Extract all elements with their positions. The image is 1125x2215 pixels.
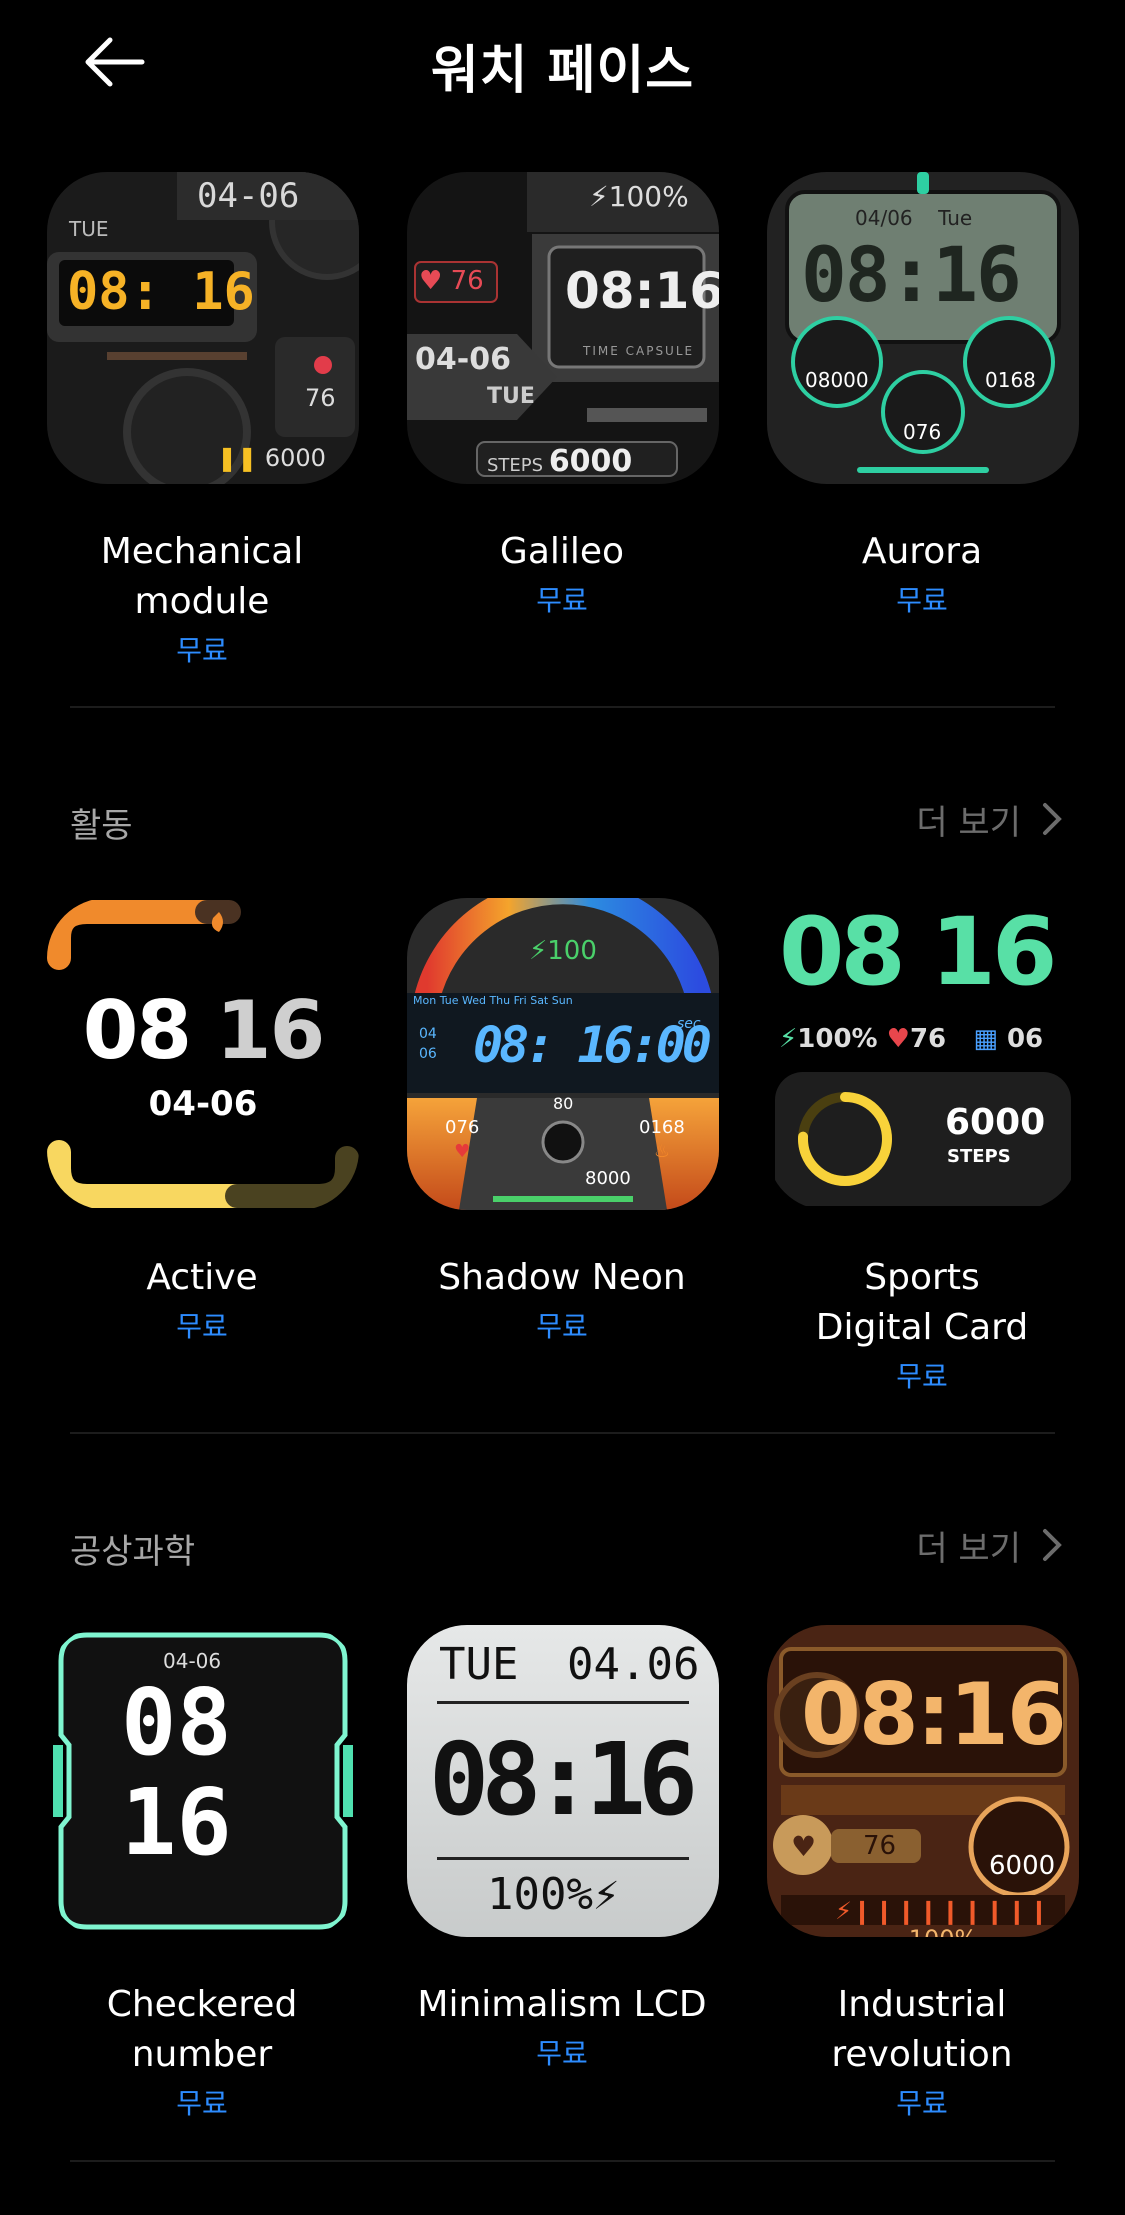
divider xyxy=(70,2160,1055,2162)
watch-face-preview: ⚡100% ♥ 76 08:16 TIME CAPSULE 04-06 TUE … xyxy=(407,172,719,484)
watch-face-preview: 04-06 TUE 08: 16 76 ❚❚ 6000 xyxy=(47,172,359,484)
lcd-date: 04.06 xyxy=(567,1639,700,1690)
watch-face-name: Minimalism LCD xyxy=(417,1984,707,2025)
shadow-center: 80 xyxy=(553,1094,574,1113)
price-label: 무료 xyxy=(896,2087,948,2120)
sports-time: 08 16 xyxy=(779,898,1057,1007)
watch-face-row-1: 04-06 TUE 08: 16 76 ❚❚ 6000 Mechanical m… xyxy=(0,172,1125,692)
lcd-time: 08:16 xyxy=(429,1721,698,1838)
sports-steps-label: STEPS xyxy=(947,1146,1011,1167)
price-label: 무료 xyxy=(536,584,588,617)
aurora-time: 08:16 xyxy=(801,230,1022,319)
watch-face-name: Checkered number xyxy=(106,1984,298,2075)
shadow-days: Mon Tue Wed Thu Fri Sat Sun xyxy=(413,994,573,1007)
steps-ring xyxy=(798,1092,892,1186)
industrial-heart: ♥ xyxy=(791,1830,817,1863)
watch-face-preview: 08 16 04-06 xyxy=(47,898,359,1210)
aurora-date: 04/06 Tue xyxy=(855,206,973,230)
aurora-heart: 076 xyxy=(903,420,942,444)
watch-face-name: Sports Digital Card xyxy=(815,1257,1029,1348)
chevron-right-icon xyxy=(1043,803,1062,835)
price-label: 무료 xyxy=(896,584,948,617)
mechanical-time: 08: 16 xyxy=(67,262,255,322)
galileo-heart: ♥ 76 xyxy=(419,266,484,296)
watch-face-row-2: 08 16 04-06 Active 무료 ⚡100 Mon Tue Wed T… xyxy=(0,898,1125,1418)
price-label: 무료 xyxy=(176,1310,228,1343)
galileo-battery: ⚡100% xyxy=(589,180,689,213)
more-link[interactable]: 더 보기 xyxy=(916,794,1065,844)
price-label: 무료 xyxy=(896,1360,948,1393)
lcd-line-top xyxy=(437,1701,689,1704)
industrial-battery: ⚡❙❙❙❙❙❙❙❙❙ 100% xyxy=(835,1897,1051,1937)
price-label: 무료 xyxy=(536,2037,588,2070)
watch-face-name: Active xyxy=(146,1257,258,1298)
lcd-battery: 100%⚡ xyxy=(487,1869,620,1920)
watch-face-name: Mechanical module xyxy=(100,531,304,622)
watch-face-preview: 04/06 Tue 08:16 08000 0168 076 xyxy=(767,172,1079,484)
checkered-hour: 08 xyxy=(121,1669,232,1776)
lcd-line-bottom xyxy=(437,1857,689,1860)
aurora-calories: 0168 xyxy=(985,368,1036,392)
more-link[interactable]: 더 보기 xyxy=(916,1520,1065,1570)
watch-face-row-3: 04-06 08 16 Checkered number 무료 TUE 04.0… xyxy=(0,1625,1125,2145)
mechanical-day: TUE xyxy=(69,217,109,241)
industrial-time: 08:16 xyxy=(801,1665,1067,1765)
mechanical-heart: 76 xyxy=(305,384,336,412)
watch-face-preview: 08 16 ⚡100% ♥76 ▦ 06 6000 STEPS xyxy=(767,898,1079,1210)
divider xyxy=(70,1432,1055,1434)
shadow-battery: ⚡100 xyxy=(529,936,597,966)
shadow-steps: 8000 xyxy=(585,1168,631,1189)
page-title: 워치 페이스 xyxy=(430,41,695,101)
mechanical-steps: ❚❚ 6000 xyxy=(217,444,326,472)
section-title: 공상과학 xyxy=(70,1532,196,1572)
industrial-heart-value: 76 xyxy=(863,1831,897,1861)
watch-face-name: Galileo xyxy=(499,531,625,572)
section-header-scifi: 공상과학 더 보기 xyxy=(0,1506,1125,1586)
shadow-date: 04 06 xyxy=(419,1026,437,1062)
chevron-right-icon xyxy=(1043,1529,1062,1561)
section-title: 활동 xyxy=(70,806,133,846)
mechanical-date: 04-06 xyxy=(197,176,300,216)
top-bar: 워치 페이스 xyxy=(0,0,1125,125)
shadow-heart: 076 ♥ xyxy=(445,1117,480,1162)
galileo-date: 04-06 xyxy=(415,342,511,377)
watch-face-preview: TUE 04.06 08:16 100%⚡ xyxy=(407,1625,719,1937)
industrial-steps: 6000 xyxy=(989,1851,1056,1881)
watch-face-preview: 04-06 08 16 xyxy=(47,1625,359,1937)
aurora-steps: 08000 xyxy=(805,368,869,392)
price-label: 무료 xyxy=(176,634,228,667)
sports-steps-card: 6000 STEPS xyxy=(775,1072,1071,1206)
price-label: 무료 xyxy=(536,1310,588,1343)
watch-face-name: Aurora xyxy=(861,531,983,572)
galileo-caption: TIME CAPSULE xyxy=(583,344,695,358)
galileo-face-graphic xyxy=(407,172,719,484)
divider xyxy=(70,706,1055,708)
galileo-steps: STEPS 6000 xyxy=(487,444,633,479)
watch-face-preview: 08:16 ♥ 76 6000 ⚡❙❙❙❙❙❙❙❙❙ 100% xyxy=(767,1625,1079,1937)
checkered-minute: 16 xyxy=(121,1769,232,1876)
price-label: 무료 xyxy=(176,2087,228,2120)
active-time: 08 16 xyxy=(82,984,326,1077)
galileo-day: TUE xyxy=(487,384,535,409)
sports-stats: ⚡100% ♥76 ▦ 06 xyxy=(779,1024,1044,1054)
watch-face-name: Shadow Neon xyxy=(438,1257,686,1298)
more-label: 더 보기 xyxy=(916,802,1021,843)
active-date: 04-06 xyxy=(148,1084,258,1124)
lcd-day: TUE xyxy=(439,1639,519,1690)
shadow-time: 08: 16:00 xyxy=(473,1016,712,1074)
shadow-calories: 0168 ♨ xyxy=(639,1117,685,1162)
galileo-time: 08:16 xyxy=(565,262,719,320)
more-label: 더 보기 xyxy=(916,1528,1021,1569)
section-header-activity: 활동 더 보기 xyxy=(0,780,1125,860)
watch-face-name: Industrial revolution xyxy=(831,1984,1013,2075)
watch-face-preview: ⚡100 Mon Tue Wed Thu Fri Sat Sun sec 04 0… xyxy=(407,898,719,1210)
sports-steps-value: 6000 xyxy=(945,1102,1046,1143)
